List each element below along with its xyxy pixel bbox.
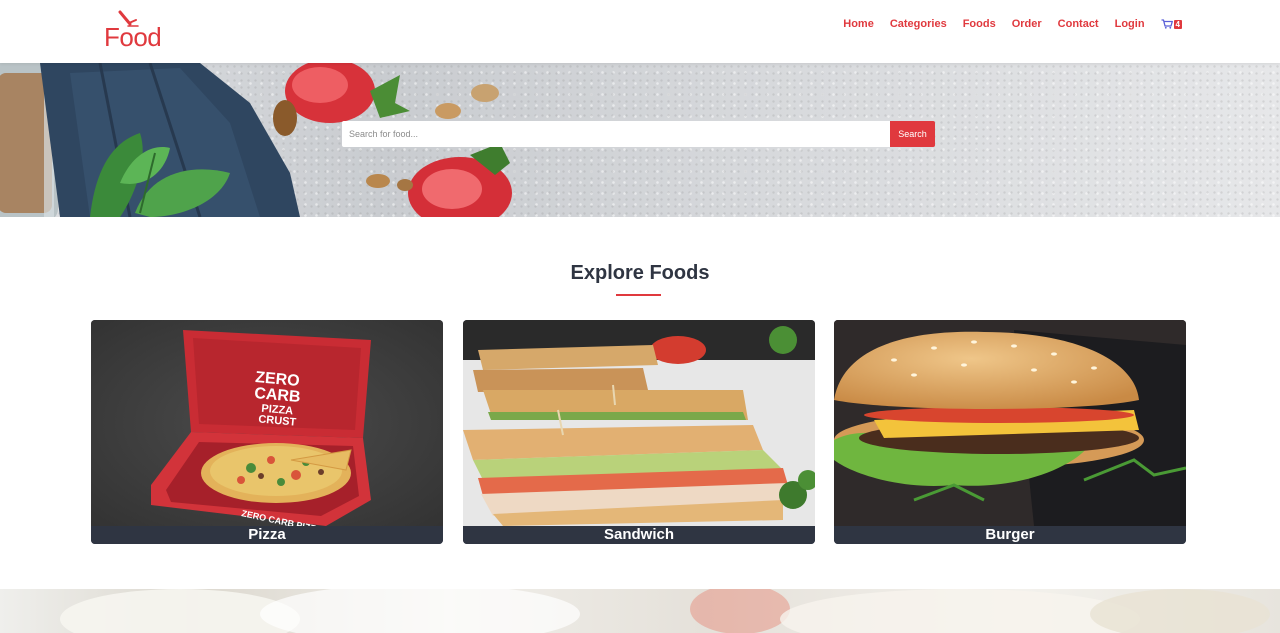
cart-icon [1161, 19, 1173, 29]
food-menu-banner [0, 589, 1280, 633]
sandwich-image [463, 320, 815, 526]
nav-home[interactable]: Home [843, 18, 874, 30]
category-card-sandwich[interactable]: Sandwich [463, 320, 815, 544]
nav-categories[interactable]: Categories [890, 18, 947, 30]
pizza-image: ZERO CARB PIZZA CRUST ZERO CARB PIZZA CR… [91, 320, 443, 526]
section-title: Explore Foods [570, 262, 710, 284]
category-card-pizza[interactable]: ZERO CARB PIZZA CRUST ZERO CARB PIZZA CR… [91, 320, 443, 544]
navbar: Food Home Categories Foods Order Contact… [0, 0, 1280, 63]
search-bar: Search [342, 121, 935, 147]
category-label: Pizza [91, 526, 443, 544]
nav-foods[interactable]: Foods [963, 18, 996, 30]
nav-login[interactable]: Login [1115, 18, 1145, 30]
brand-logo[interactable]: Food [100, 10, 164, 54]
logo-text: Food [104, 22, 162, 52]
burger-image [834, 320, 1186, 526]
cart-button[interactable]: 4 [1161, 19, 1182, 29]
nav-contact[interactable]: Contact [1058, 18, 1099, 30]
category-card-burger[interactable]: Burger [834, 320, 1186, 544]
title-underline [616, 294, 661, 296]
hero-banner: Search [0, 63, 1280, 217]
nav-order[interactable]: Order [1012, 18, 1042, 30]
banner-food-image [60, 589, 1270, 633]
category-label: Sandwich [463, 526, 815, 544]
category-label: Burger [834, 526, 1186, 544]
cart-count-badge: 4 [1173, 19, 1182, 29]
search-input[interactable] [342, 121, 890, 147]
main-nav: Home Categories Foods Order Contact Logi… [827, 18, 1182, 30]
search-button[interactable]: Search [890, 121, 935, 147]
